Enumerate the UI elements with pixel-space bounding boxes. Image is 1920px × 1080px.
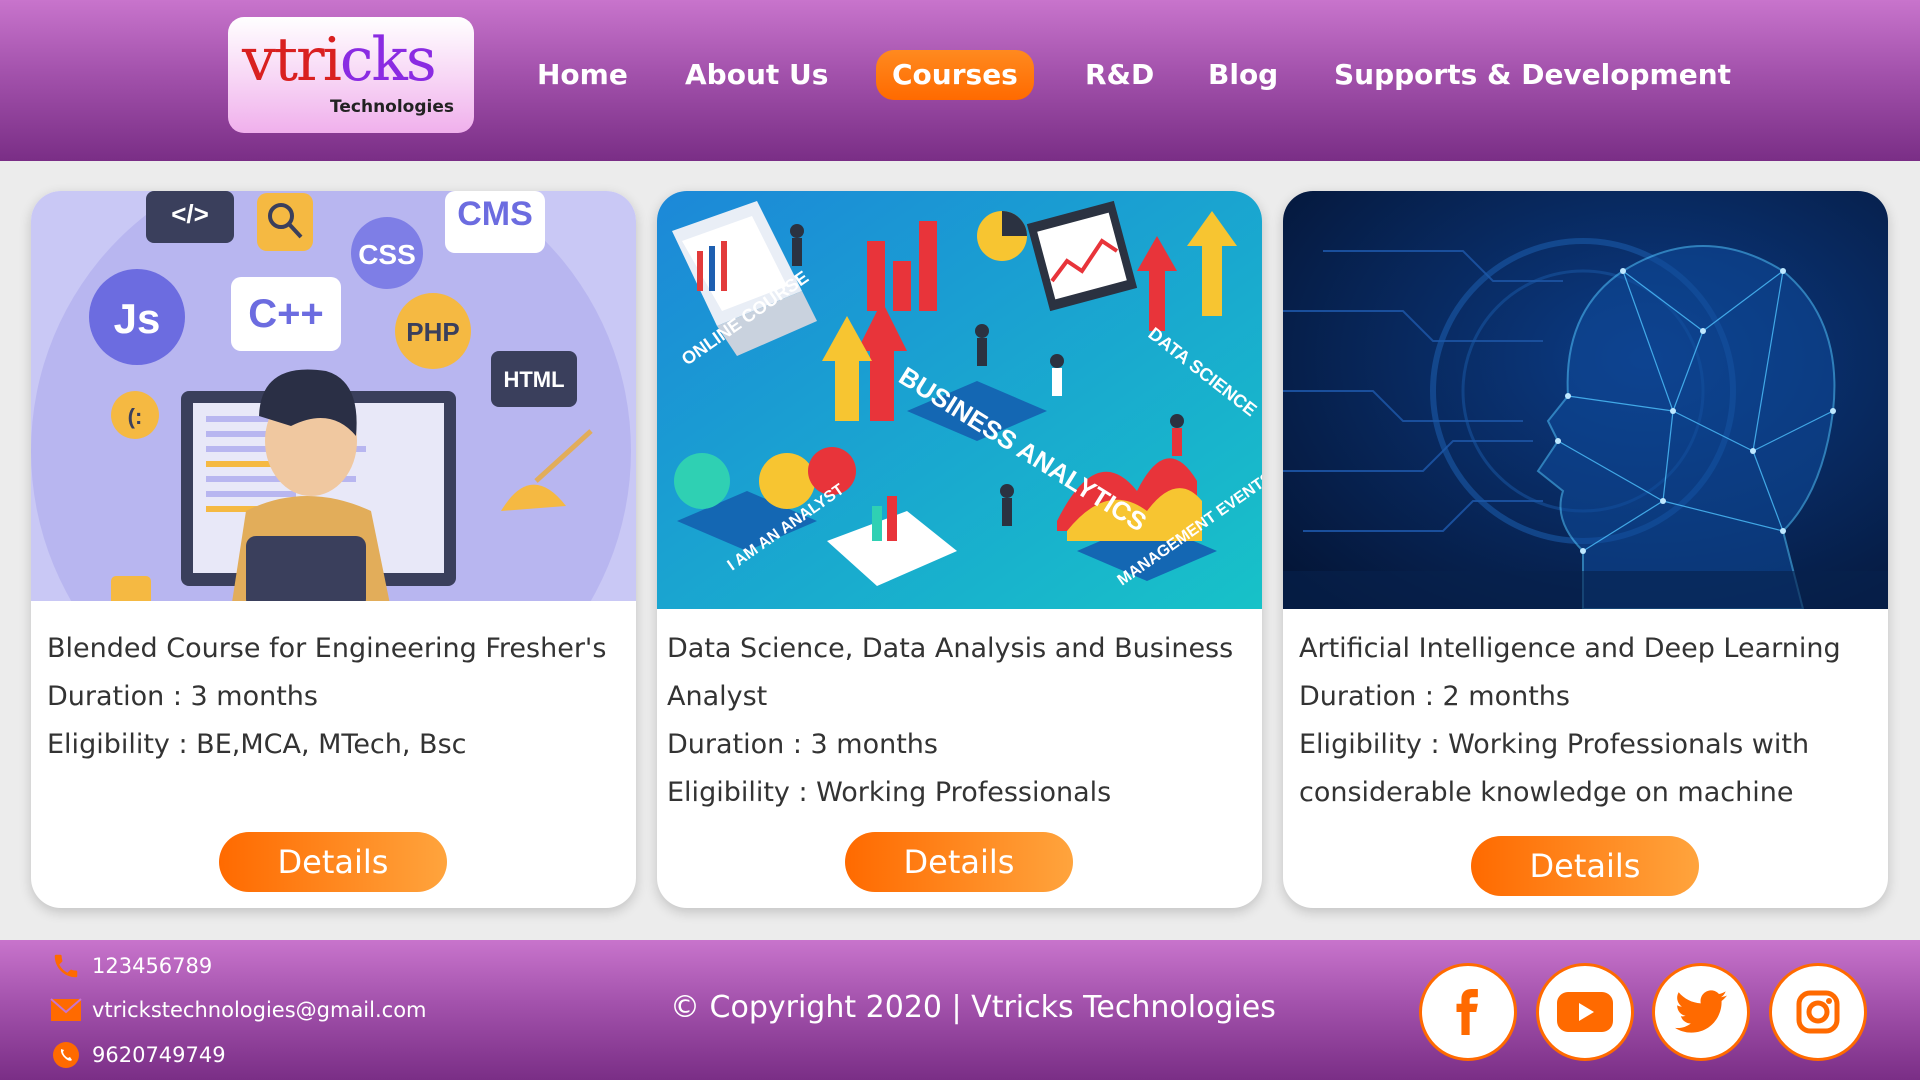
- email-contact: vtrickstechnologies@gmail.com: [50, 992, 427, 1028]
- css-bubble-label: CSS: [358, 239, 416, 270]
- nav-supports-development[interactable]: Supports & Development: [1334, 50, 1731, 100]
- nav-rnd[interactable]: R&D: [1085, 50, 1154, 100]
- details-button[interactable]: Details: [1471, 836, 1699, 896]
- youtube-icon: [1557, 992, 1613, 1032]
- course-eligibility: Eligibility : Working Professionals with…: [1299, 729, 1810, 808]
- course-title: Data Science, Data Analysis and Business…: [667, 633, 1234, 712]
- vtricks-logo[interactable]: vtricks Technologies: [228, 17, 474, 133]
- whatsapp-number[interactable]: 9620749749: [92, 1043, 226, 1067]
- twitter-icon: [1675, 990, 1727, 1033]
- copyright-text: © Copyright 2020 | Vtricks Technologies: [670, 990, 1276, 1025]
- instagram-icon: [1796, 990, 1840, 1034]
- php-bubble-label: PHP: [406, 317, 459, 347]
- course-info: Data Science, Data Analysis and Business…: [667, 625, 1247, 817]
- course-title: Blended Course for Engineering Fresher's: [47, 633, 607, 664]
- course-card: ONLINE COURSE BUSINESS ANALYTICS DATA SC…: [657, 191, 1262, 908]
- site-footer: 123456789 vtrickstechnologies@gmail.com …: [0, 940, 1920, 1080]
- logo-tagline: Technologies: [330, 97, 454, 117]
- course-duration: Duration : 3 months: [667, 729, 938, 760]
- ai-head-illustration: [1283, 191, 1888, 609]
- cpp-bubble-label: C++: [248, 292, 324, 336]
- email-address[interactable]: vtrickstechnologies@gmail.com: [92, 998, 427, 1022]
- whatsapp-contact: 9620749749: [50, 1037, 226, 1073]
- facebook-icon: [1456, 989, 1478, 1035]
- details-button[interactable]: Details: [845, 832, 1073, 892]
- twitter-button[interactable]: [1652, 963, 1750, 1061]
- instagram-button[interactable]: [1769, 963, 1867, 1061]
- html-bubble-label: HTML: [503, 367, 564, 392]
- whatsapp-icon: [50, 1039, 82, 1071]
- programming-illustration: </> CMS CSS Js C++ PHP HTML (:: [31, 191, 636, 609]
- smile-bubble-label: (:: [128, 404, 143, 429]
- course-duration: Duration : 3 months: [47, 681, 318, 712]
- business-analytics-illustration: ONLINE COURSE BUSINESS ANALYTICS DATA SC…: [657, 191, 1262, 609]
- site-header: vtricks Technologies Home About Us Cours…: [0, 0, 1920, 161]
- course-eligibility: Eligibility : BE,MCA, MTech, Bsc: [47, 729, 467, 760]
- nav-home[interactable]: Home: [537, 50, 628, 100]
- js-bubble-label: Js: [114, 295, 161, 342]
- course-info: Artificial Intelligence and Deep Learnin…: [1299, 625, 1879, 817]
- nav-courses[interactable]: Courses: [876, 50, 1034, 100]
- mail-icon: [50, 994, 82, 1026]
- course-card: </> CMS CSS Js C++ PHP HTML (: Blended C…: [31, 191, 636, 908]
- course-eligibility: Eligibility : Working Professionals: [667, 777, 1112, 808]
- course-title: Artificial Intelligence and Deep Learnin…: [1299, 633, 1841, 664]
- facebook-button[interactable]: [1419, 963, 1517, 1061]
- logo-wordmark: vtricks: [242, 25, 437, 95]
- details-button[interactable]: Details: [219, 832, 447, 892]
- youtube-button[interactable]: [1536, 963, 1634, 1061]
- nav-blog[interactable]: Blog: [1208, 50, 1278, 100]
- phone-icon: [50, 950, 82, 982]
- code-bubble-label: </>: [171, 199, 209, 229]
- course-card: Artificial Intelligence and Deep Learnin…: [1283, 191, 1888, 908]
- cms-bubble-label: CMS: [457, 195, 533, 233]
- nav-about-us[interactable]: About Us: [685, 50, 828, 100]
- course-info: Blended Course for Engineering Fresher's…: [47, 625, 627, 769]
- course-duration: Duration : 2 months: [1299, 681, 1570, 712]
- phone-contact: 123456789: [50, 948, 212, 984]
- phone-number[interactable]: 123456789: [92, 954, 212, 978]
